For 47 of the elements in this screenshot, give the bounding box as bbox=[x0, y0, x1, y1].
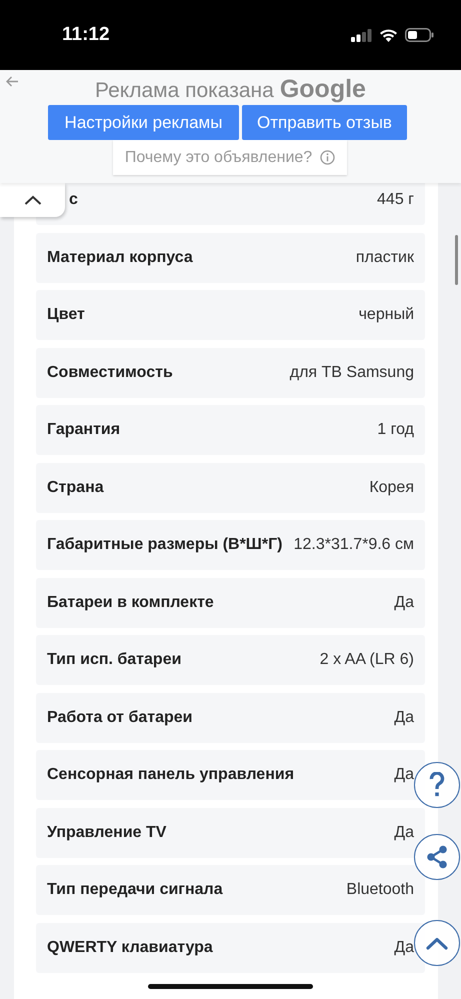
spec-value: Корея bbox=[369, 478, 414, 496]
spec-value: Да bbox=[394, 708, 414, 726]
battery-icon bbox=[405, 28, 434, 42]
spec-value: Да bbox=[394, 594, 414, 612]
spec-label: Работа от батареи bbox=[47, 708, 192, 726]
help-button[interactable] bbox=[414, 762, 460, 808]
back-arrow-icon[interactable] bbox=[6, 76, 19, 87]
spec-value: Да bbox=[394, 938, 414, 956]
ad-button[interactable]: Отправить отзыв bbox=[242, 105, 407, 140]
spec-value: пластик bbox=[356, 248, 414, 266]
brand-logo: Google bbox=[280, 75, 366, 104]
spec-value: 1 год bbox=[377, 421, 414, 439]
ad-title: Реклама показана bbox=[95, 79, 274, 103]
signal-icon bbox=[351, 28, 372, 42]
spec-label: Тип исп. батареи bbox=[47, 651, 182, 669]
share-icon bbox=[426, 845, 448, 869]
spec-value: Да bbox=[394, 766, 414, 784]
spec-label: Управление TV bbox=[47, 824, 166, 842]
ad-button[interactable]: Настройки рекламы bbox=[48, 105, 239, 140]
clock: 11:12 bbox=[62, 24, 110, 46]
spec-label: Габаритные размеры (В*Ш*Г) bbox=[47, 536, 283, 554]
wifi-icon bbox=[379, 28, 398, 42]
spec-value: 12.3*31.7*9.6 см bbox=[294, 536, 414, 554]
spec-label: Страна bbox=[47, 478, 104, 496]
question-mark-icon bbox=[429, 772, 445, 798]
spec-label: Материал корпуса bbox=[47, 248, 193, 266]
spec-label: Сенсорная панель управления bbox=[47, 766, 294, 784]
spec-value: 2 x AA (LR 6) bbox=[320, 651, 414, 669]
spec-label: QWERTY клавиатура bbox=[47, 938, 213, 956]
spec-label: Тип передачи сигнала bbox=[47, 881, 223, 899]
spec-label: Батареи в комплекте bbox=[47, 594, 214, 612]
spec-label: Совместимость bbox=[47, 364, 173, 382]
chevron-up-icon bbox=[24, 195, 42, 205]
scroll-top-button[interactable] bbox=[414, 920, 460, 966]
spec-value: Bluetooth bbox=[346, 881, 414, 899]
why-ad-button[interactable]: Почему это объявление? bbox=[112, 140, 348, 175]
info-icon bbox=[320, 150, 336, 165]
spec-label: Цвет bbox=[47, 306, 85, 324]
spec-value: черный bbox=[358, 306, 414, 324]
chevron-up-icon bbox=[426, 936, 448, 950]
spec-label: с bbox=[69, 191, 78, 209]
spec-label: Гарантия bbox=[47, 421, 120, 439]
spec-value: Да bbox=[394, 824, 414, 842]
spec-value: 445 г bbox=[377, 191, 414, 209]
why-ad-text: Почему это объявление? bbox=[124, 148, 312, 166]
spec-value: для ТВ Samsung bbox=[290, 364, 414, 382]
share-button[interactable] bbox=[414, 834, 460, 880]
